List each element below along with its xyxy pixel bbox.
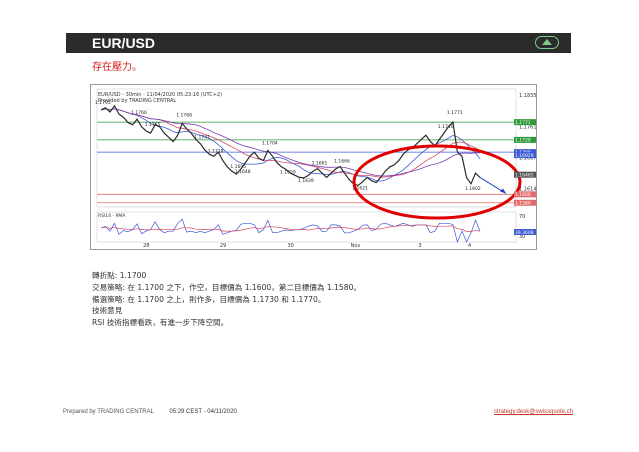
report-time: 05:29 CEST - 04/11/2020 (169, 409, 237, 415)
swing-label: 1.1740 (438, 124, 454, 130)
price-tag-label: 1.1729 (515, 138, 531, 144)
email-link[interactable]: strategy.desk@swissquote.ch (494, 409, 573, 415)
prepared-by: Prepared by TRADING CENTRAL (63, 409, 154, 415)
x-tick-label: Nov (351, 243, 361, 249)
alternative-strategy: 備選策略: 在 1.1700 之上，則作多，目標價為 1.1730 和 1.17… (92, 294, 326, 304)
swing-label: 1.1666 (334, 158, 350, 164)
trading-strategy: 交易策略: 在 1.1700 之下，作空，目標價為 1.1600，第二目標價為 … (92, 282, 361, 292)
header-bar: EUR/USD (66, 33, 571, 53)
pivot-point: 轉折點: 1.1700 (92, 271, 147, 280)
commentary: 轉折點: 1.1700 交易策略: 在 1.1700 之下，作空，目標價為 1.… (92, 270, 361, 329)
price-tag-label: 39.3608 (515, 230, 534, 236)
swing-label: 1.1659 (280, 169, 296, 175)
x-tick-label: 4 (468, 243, 471, 249)
swing-label: 1.1718 (208, 148, 224, 154)
rsi-label: RSI14 - 9MA (98, 213, 126, 219)
swing-label: 1.1639 (298, 178, 314, 184)
price-tag-label: 1.1771 (515, 120, 531, 126)
swing-label: 1.1768 (176, 112, 192, 118)
price-tag-label: 1.1580 (515, 201, 531, 207)
technical-title: 技術意見 (92, 306, 123, 316)
price-tag-label: 1.1600 (515, 192, 531, 198)
x-tick-label: 3 (418, 243, 421, 249)
swing-label: 1.1704 (262, 140, 278, 146)
footer-prepared: Prepared by TRADING CENTRAL 05:29 CEST -… (63, 409, 237, 415)
subtitle: 存在壓力。 (92, 62, 142, 73)
rsi-tick-70: 70 (519, 214, 525, 220)
technical-body: RSI 技術指標看跌，有進一步下降空間。 (92, 318, 229, 328)
price-chart-frame: EUR/USD - 30min - 11/04/2020 05:23:16 (U… (90, 84, 537, 250)
swing-label: 1.1795 (95, 100, 111, 106)
swing-label: 1.1766 (131, 110, 147, 116)
page-title: EUR/USD (92, 35, 156, 51)
swing-label: 1.1661 (312, 161, 328, 167)
price-chart: EUR/USD - 30min - 11/04/2020 05:23:16 (U… (95, 88, 536, 249)
swing-label: 1.1602 (465, 186, 481, 192)
swing-label: 1.1621 (352, 185, 368, 191)
swing-label: 1.1771 (447, 110, 463, 116)
x-tick-label: 30 (288, 243, 294, 249)
x-tick-label: 28 (143, 243, 149, 249)
swing-label: 1.1648 (235, 169, 251, 175)
price-tag-label: 1.16465 (515, 173, 534, 179)
right-axis-tick: 1.1835 (519, 93, 536, 99)
price-tag-label: 1.16929 (515, 153, 534, 159)
swing-label: 1.1741 (194, 135, 210, 141)
collapse-button[interactable] (535, 36, 559, 49)
x-tick-label: 29 (220, 243, 226, 249)
swing-label: 1.1765 (145, 122, 161, 128)
chevron-up-icon (542, 39, 552, 45)
